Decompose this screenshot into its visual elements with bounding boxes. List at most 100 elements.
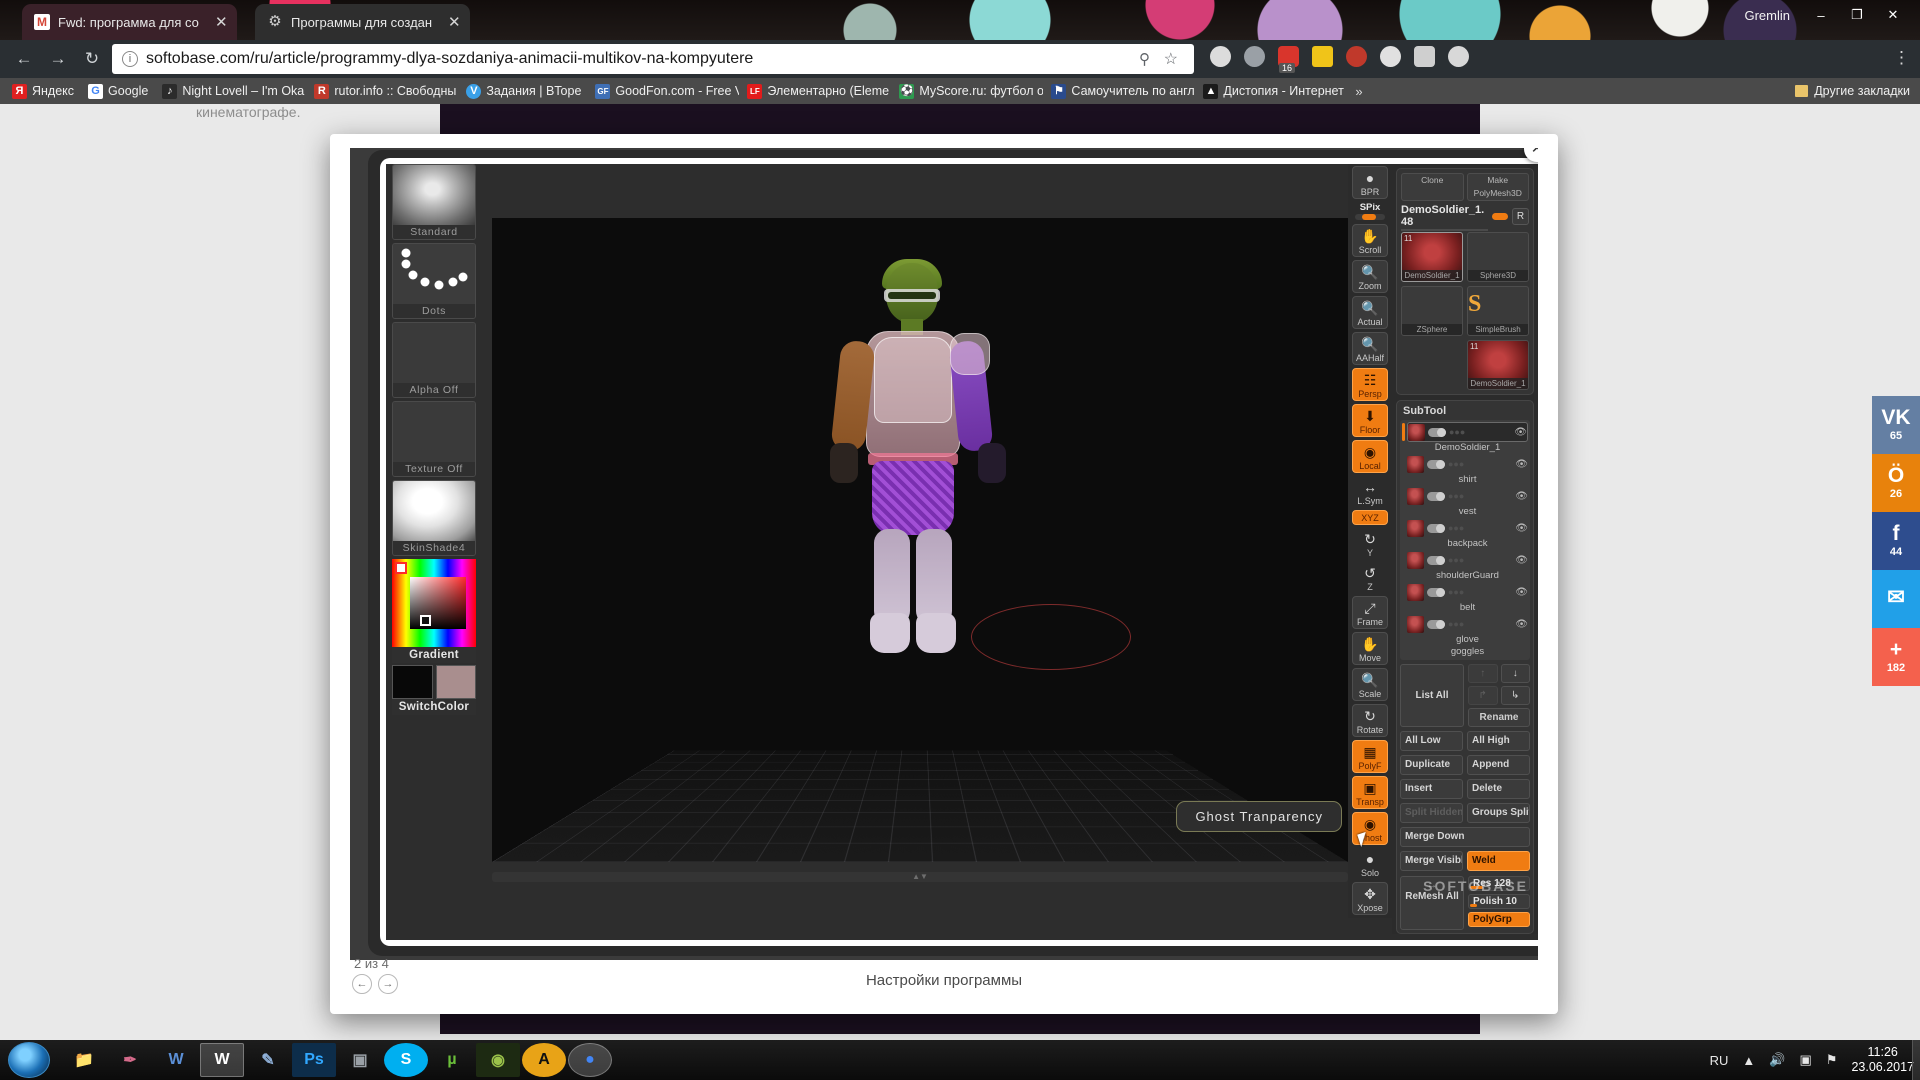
bookmark-item[interactable]: ⚑ Самоучитель по англ <box>1045 82 1195 101</box>
subtool-row[interactable]: ●●● 👁 <box>1407 422 1528 442</box>
eye-icon[interactable]: 👁 <box>1513 427 1527 438</box>
move-bottom-icon[interactable]: ↳ <box>1500 686 1530 705</box>
share-vk-button[interactable]: VK 65 <box>1872 396 1920 454</box>
rotate-y-button[interactable]: ↻ Y <box>1352 528 1388 559</box>
subtool-row[interactable]: ●●● 👁 <box>1407 582 1528 602</box>
move-down-icon[interactable]: ↓ <box>1500 664 1530 683</box>
all-low-button[interactable]: All Low <box>1400 731 1463 751</box>
polygrp-button[interactable]: PolyGrp <box>1468 912 1530 927</box>
subtool-row[interactable]: ●●● 👁 <box>1407 614 1528 634</box>
bookmark-item[interactable]: ⚽ MyScore.ru: футбол о <box>893 82 1043 101</box>
subtool-visibility-toggle[interactable] <box>1427 619 1445 629</box>
persp-button[interactable]: ☷ Persp <box>1352 368 1388 401</box>
photoshop-icon[interactable]: Ps <box>292 1043 336 1077</box>
tool-size-slider[interactable] <box>1492 212 1508 220</box>
bookmark-item[interactable]: ♪ Night Lovell – I'm Oka <box>156 82 306 101</box>
bookmark-item[interactable]: G Google <box>82 82 154 101</box>
status-icon[interactable] <box>1448 46 1469 67</box>
merge-down-button[interactable]: Merge Down <box>1400 827 1530 847</box>
color-picker[interactable] <box>392 559 476 647</box>
tool-item-simplebrush[interactable]: S SimpleBrush <box>1467 286 1529 336</box>
switchcolor-label[interactable]: SwitchColor <box>392 699 476 715</box>
tool-item-zsphere[interactable]: ZSphere <box>1401 286 1463 336</box>
back-icon[interactable]: ← <box>12 47 36 71</box>
browser-tab-1[interactable]: Fwd: программа для со ✕ <box>22 4 237 40</box>
delete-button[interactable]: Delete <box>1467 779 1530 799</box>
transp-button[interactable]: ▣ Transp <box>1352 776 1388 809</box>
word-doc-icon[interactable]: W <box>200 1043 244 1077</box>
skype-icon[interactable]: S <box>384 1043 428 1077</box>
bookmark-star-icon[interactable]: ☆ <box>1164 49 1178 69</box>
frame-button[interactable]: ⤢ Frame <box>1352 596 1388 629</box>
primary-color-swatch[interactable] <box>392 665 433 699</box>
bookmark-item[interactable]: LF Элементарно (Eleme <box>741 82 891 101</box>
alpha-slot[interactable]: Alpha Off <box>392 322 476 398</box>
lsym-button[interactable]: ↔ L.Sym <box>1352 476 1388 507</box>
bookmark-item[interactable]: ▲ Дистопия - Интернет <box>1197 82 1347 101</box>
close-icon[interactable]: ✕ <box>215 15 229 30</box>
cube-icon[interactable] <box>1414 46 1435 67</box>
subtool-row[interactable]: ●●● 👁 <box>1407 518 1528 538</box>
terminal-icon[interactable]: ▣ <box>338 1043 382 1077</box>
utorrent-icon[interactable]: µ <box>430 1043 474 1077</box>
append-button[interactable]: Append <box>1467 755 1530 775</box>
merge-visible-button[interactable]: Merge Visible <box>1400 851 1463 871</box>
eye-icon[interactable]: 👁 <box>1514 523 1528 534</box>
subtool-row[interactable]: ●●● 👁 <box>1407 550 1528 570</box>
subtool-row[interactable]: ●●● 👁 <box>1407 486 1528 506</box>
share-more-button[interactable]: + 182 <box>1872 628 1920 686</box>
avast-icon[interactable] <box>1380 46 1401 67</box>
solo-button[interactable]: ● Solo <box>1352 848 1388 879</box>
eye-icon[interactable]: 👁 <box>1514 491 1528 502</box>
close-window-button[interactable]: ✕ <box>1876 2 1910 28</box>
network-icon[interactable]: ▣ <box>1799 1052 1811 1068</box>
bookmark-item[interactable]: Я Яндекс <box>6 82 80 101</box>
polish-slider[interactable]: Polish 10 <box>1468 894 1530 909</box>
canvas-scrollbar[interactable] <box>492 872 1348 882</box>
insert-button[interactable]: Insert <box>1400 779 1463 799</box>
notepad-icon[interactable]: ✎ <box>246 1043 290 1077</box>
list-all-button[interactable]: List All <box>1400 664 1464 727</box>
bookmark-icon[interactable] <box>1312 46 1333 67</box>
rotate-button[interactable]: ↻ Rotate <box>1352 704 1388 737</box>
browser-tab-2[interactable]: Программы для создан ✕ <box>255 4 470 40</box>
subtool-visibility-toggle[interactable] <box>1427 587 1445 597</box>
word-icon[interactable]: W <box>154 1043 198 1077</box>
aahalf-button[interactable]: 🔍 AAHalf <box>1352 332 1388 365</box>
secondary-color-swatch[interactable] <box>435 665 476 699</box>
target-icon[interactable] <box>1346 46 1367 67</box>
tool-item-demosoldier-2[interactable]: 11 DemoSoldier_1 <box>1467 340 1529 390</box>
language-indicator[interactable]: RU <box>1710 1053 1729 1068</box>
bookmark-item[interactable]: GF GoodFon.com - Free V <box>589 82 739 101</box>
ghost-button[interactable]: ◉ Ghost <box>1352 812 1388 845</box>
subtool-visibility-toggle[interactable] <box>1428 427 1446 437</box>
reload-icon[interactable]: ↻ <box>80 47 104 71</box>
move-top-icon[interactable]: ↱ <box>1468 686 1498 705</box>
tool-item-sphere3d[interactable]: Sphere3D <box>1467 232 1529 282</box>
subtool-visibility-toggle[interactable] <box>1427 523 1445 533</box>
forward-icon[interactable]: → <box>46 47 70 71</box>
make-polymesh3d-button[interactable]: Make PolyMesh3D <box>1466 173 1529 201</box>
aimp-icon[interactable]: A <box>522 1043 566 1077</box>
local-button[interactable]: ◉ Local <box>1352 440 1388 473</box>
explorer-icon[interactable]: 📁 <box>62 1043 106 1077</box>
paint-icon[interactable]: ✒ <box>108 1043 152 1077</box>
chrome-menu-icon[interactable]: ⋮ <box>1893 49 1910 67</box>
stroke-slot[interactable]: Dots <box>392 243 476 319</box>
texture-slot[interactable]: Texture Off <box>392 401 476 477</box>
color-swatches[interactable] <box>392 665 476 699</box>
clock[interactable]: 11:26 23.06.2017 <box>1851 1045 1914 1075</box>
floor-button[interactable]: ⬇ Floor <box>1352 404 1388 437</box>
other-bookmarks-button[interactable]: Другие закладки <box>1795 84 1910 98</box>
zoom-icon[interactable]: ⚲ <box>1139 50 1150 68</box>
keepa-icon[interactable] <box>1244 46 1265 67</box>
clone-button[interactable]: Clone <box>1401 173 1464 201</box>
rotate-z-button[interactable]: ↺ Z <box>1352 562 1388 593</box>
tray-expand-icon[interactable]: ▲ <box>1742 1053 1755 1068</box>
page-info-icon[interactable]: i <box>122 51 138 67</box>
scale-button[interactable]: 🔍 Scale <box>1352 668 1388 701</box>
move-up-icon[interactable]: ↑ <box>1468 664 1498 683</box>
eye-icon[interactable]: 👁 <box>1514 459 1528 470</box>
polyf-button[interactable]: ▦ PolyF <box>1352 740 1388 773</box>
move-button[interactable]: ✋ Move <box>1352 632 1388 665</box>
